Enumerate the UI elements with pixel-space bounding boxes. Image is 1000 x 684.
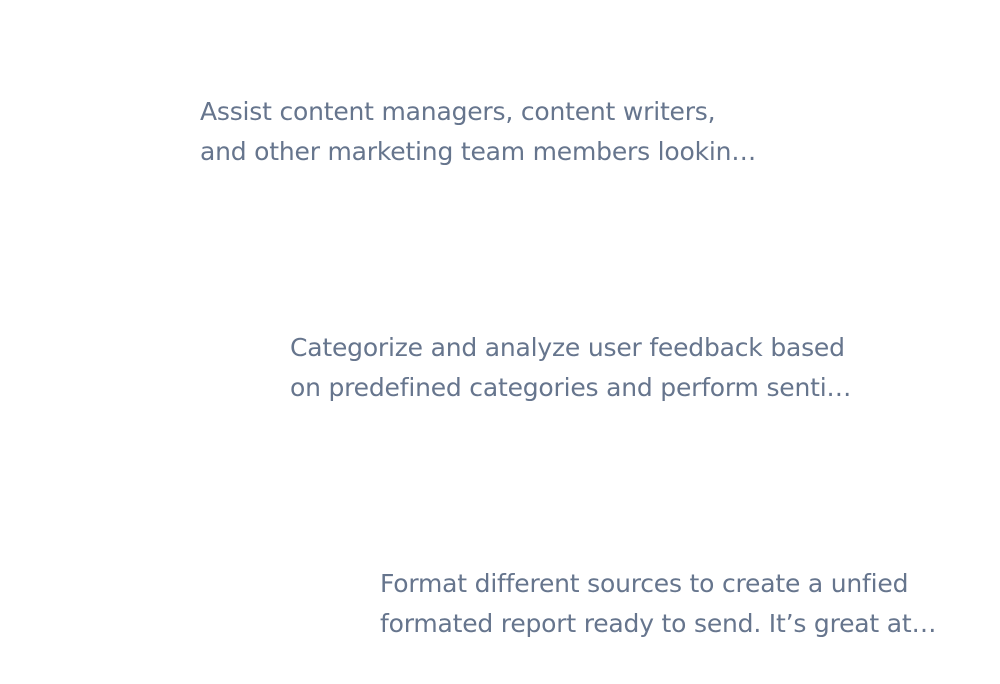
assistant-list: Assist content managers, content writers… [0, 0, 1000, 684]
assistant-card-report-formatting[interactable]: Format different sources to create a unf… [380, 564, 1000, 644]
description-line: formated report ready to send. It’s grea… [380, 609, 937, 638]
description-line: on predefined categories and perform sen… [290, 373, 852, 402]
description-line: Assist content managers, content writers… [200, 97, 716, 126]
description-line: Categorize and analyze user feedback bas… [290, 333, 845, 362]
card-description: Assist content managers, content writers… [200, 92, 860, 172]
assistant-card-content-marketing[interactable]: Assist content managers, content writers… [200, 92, 860, 172]
card-description: Categorize and analyze user feedback bas… [290, 328, 950, 408]
description-line: and other marketing team members lookin… [200, 137, 757, 166]
assistant-card-feedback-analysis[interactable]: Categorize and analyze user feedback bas… [290, 328, 950, 408]
card-description: Format different sources to create a unf… [380, 564, 1000, 644]
description-line: Format different sources to create a unf… [380, 569, 909, 598]
